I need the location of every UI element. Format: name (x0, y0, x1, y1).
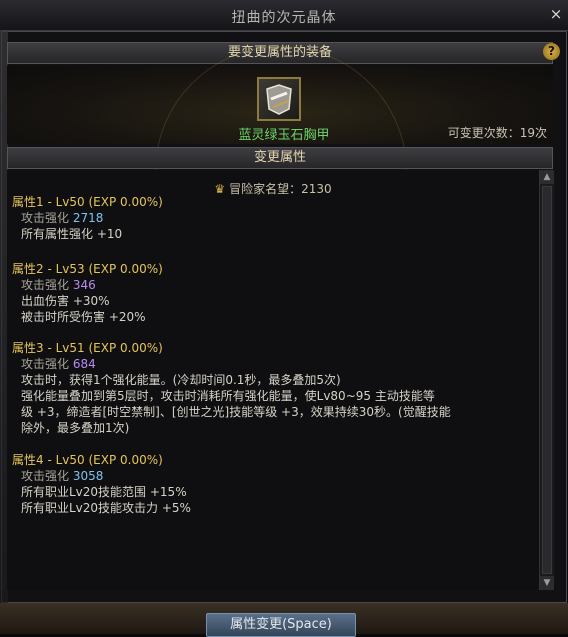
scrollbar[interactable]: ▲ ▼ (539, 170, 554, 590)
attack-value: 3058 (72, 469, 104, 483)
change-attribute-button[interactable]: 属性变更(Space) (206, 613, 356, 637)
attribute-line: 除外，最多叠加1次) (21, 421, 130, 435)
attribute-line: 攻击时，获得1个强化能量。(冷却时间0.1秒，最多叠加5次) (21, 373, 341, 387)
attribute-title: 属性2 - Lv53 (EXP 0.00%) (12, 262, 163, 276)
window-title: 扭曲的次元晶体 (231, 10, 337, 26)
attribute-line: 强化能量叠加到第5层时，攻击时消耗所有强化能量，使Lv80~95 主动技能等 (21, 389, 435, 403)
attack-label: 攻击强化 (21, 357, 70, 371)
change-section-header: 变更属性 (7, 147, 553, 169)
chestplate-icon (266, 84, 292, 115)
attribute-line: 出血伤害 +30% (21, 294, 110, 308)
attribute-option-4[interactable]: 属性4 - Lv50 (EXP 0.00%) 攻击强化 3058 所有职业Lv2… (12, 452, 537, 516)
attribute-line: 所有职业Lv20技能攻击力 +5% (21, 501, 191, 515)
attribute-title: 属性1 - Lv50 (EXP 0.00%) (12, 195, 163, 209)
close-icon[interactable]: × (548, 5, 564, 23)
scroll-thumb[interactable] (542, 186, 552, 574)
attribute-title: 属性3 - Lv51 (EXP 0.00%) (12, 341, 163, 355)
attack-value: 2718 (72, 211, 104, 225)
attribute-line: 所有职业Lv20技能范围 +15% (21, 485, 187, 499)
attribute-option-3[interactable]: 属性3 - Lv51 (EXP 0.00%) 攻击强化 684 攻击时，获得1个… (12, 340, 537, 436)
attribute-line: 级 +3，缔造者[时空禁制]、[创世之光]技能等级 +3，效果持续30秒。(觉醒… (21, 405, 451, 419)
scroll-up-icon[interactable]: ▲ (540, 170, 554, 184)
attribute-line: 所有属性强化 +10 (21, 227, 123, 241)
attack-label: 攻击强化 (21, 211, 70, 225)
attribute-line: 被击时所受伤害 +20% (21, 310, 146, 324)
attack-label: 攻击强化 (21, 278, 70, 292)
help-icon[interactable]: ? (543, 43, 560, 60)
title-bar: 扭曲的次元晶体 × (0, 0, 568, 31)
scroll-down-icon[interactable]: ▼ (540, 576, 554, 590)
remaining-changes: 可变更次数：19次 (447, 126, 547, 140)
attack-value: 346 (72, 278, 96, 292)
attribute-option-1[interactable]: 属性1 - Lv50 (EXP 0.00%) 攻击强化 2718 所有属性强化 … (12, 194, 537, 242)
equipment-slot[interactable] (257, 77, 301, 121)
attribute-title: 属性4 - Lv50 (EXP 0.00%) (12, 453, 163, 467)
attack-label: 攻击强化 (21, 469, 70, 483)
attribute-list[interactable]: ♛ 冒险家名望：2130 属性1 - Lv50 (EXP 0.00%) 攻击强化 … (7, 170, 539, 590)
attack-value: 684 (72, 357, 96, 371)
attribute-option-2[interactable]: 属性2 - Lv53 (EXP 0.00%) 攻击强化 346 出血伤害 +30… (12, 261, 537, 325)
